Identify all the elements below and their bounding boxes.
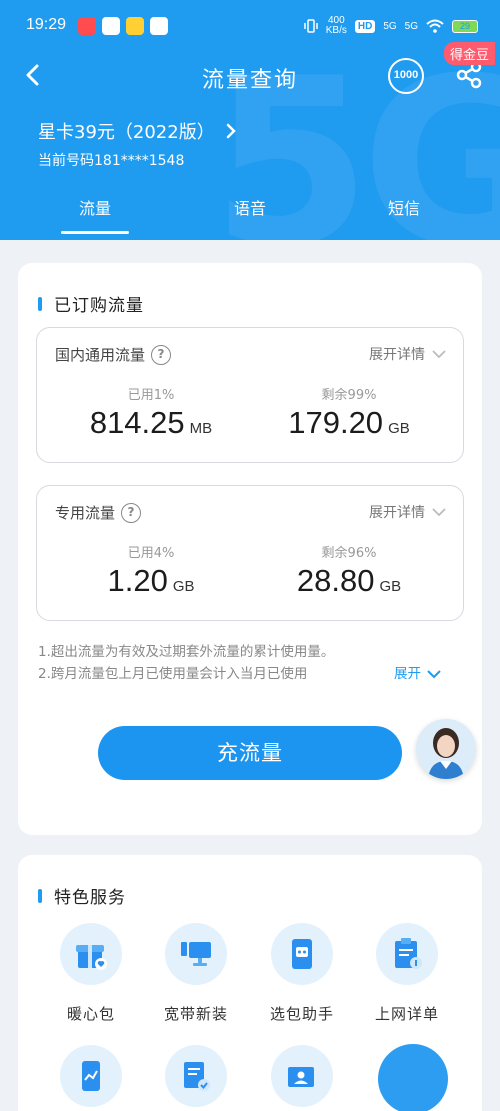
notification-app-icon bbox=[78, 17, 96, 35]
section-marker bbox=[38, 888, 42, 903]
chevron-down-icon bbox=[427, 669, 441, 678]
monitor-icon bbox=[181, 942, 211, 966]
services-title: 特色服务 bbox=[54, 888, 126, 908]
back-arrow-icon[interactable] bbox=[20, 60, 48, 90]
section-title: 已订购流量 bbox=[38, 291, 144, 316]
hd-badge: HD bbox=[354, 19, 376, 33]
remaining-unit: GB bbox=[379, 578, 402, 595]
help-icon[interactable]: ? bbox=[121, 502, 142, 523]
tab-data[interactable]: 流量 bbox=[45, 195, 145, 234]
service-broadband[interactable]: 宽带新装 bbox=[146, 923, 246, 1024]
service-item[interactable] bbox=[252, 1045, 352, 1107]
section-title: 特色服务 bbox=[38, 883, 126, 908]
header: 5G 19:29 400 KB/s HD 5G 5G 29 流量查询 1000 得… bbox=[0, 0, 500, 240]
remaining-stat: 剩余99% 179.20 GB bbox=[259, 384, 439, 441]
recharge-data-button[interactable]: 充流量 bbox=[98, 726, 402, 780]
used-stat: 已用4% 1.20 GB bbox=[61, 542, 241, 599]
remaining-caption: 剩余96% bbox=[321, 546, 377, 561]
phone-chart-icon bbox=[82, 1061, 100, 1091]
watermark-logo bbox=[378, 1044, 448, 1111]
service-label: 宽带新装 bbox=[163, 1005, 228, 1023]
signal-2: 5G bbox=[404, 20, 418, 32]
dedicated-data-box: 专用流量 ? 展开详情 已用4% 1.20 GB 剩余96% 28.80 GB bbox=[36, 485, 464, 621]
expand-details-button[interactable]: 展开详情 bbox=[369, 502, 447, 522]
used-unit: MB bbox=[189, 420, 213, 437]
nav-bar: 流量查询 1000 bbox=[0, 52, 500, 100]
service-1000-icon[interactable]: 1000 bbox=[388, 58, 424, 94]
note-1: 1.超出流量为有效及过期套外流量的累计使用量。 bbox=[38, 644, 335, 660]
assistant-avatar-icon bbox=[416, 719, 476, 779]
status-indicators: 400 KB/s HD 5G 5G 29 bbox=[303, 16, 478, 36]
remaining-stat: 剩余96% 28.80 GB bbox=[259, 542, 439, 599]
phone-number: 当前号码181****1548 bbox=[38, 153, 185, 169]
usage-notes: 1.超出流量为有效及过期套外流量的累计使用量。 2.跨月流量包上月已使用量会计入… bbox=[38, 641, 468, 685]
document-check-icon bbox=[184, 1062, 210, 1091]
used-value: 1.20 bbox=[107, 563, 168, 598]
vibrate-icon bbox=[303, 19, 318, 33]
notification-app-icon bbox=[102, 17, 120, 35]
domestic-data-box: 国内通用流量 ? 展开详情 已用1% 814.25 MB 剩余99% 179.20… bbox=[36, 327, 464, 463]
remaining-value: 179.20 bbox=[288, 405, 384, 440]
used-stat: 已用1% 814.25 MB bbox=[61, 384, 241, 441]
section-marker bbox=[38, 296, 42, 311]
plan-name: 星卡39元（2022版） bbox=[38, 122, 215, 143]
battery-indicator: 29 bbox=[452, 19, 478, 33]
robot-phone-icon bbox=[292, 939, 312, 969]
plan-selector[interactable]: 星卡39元（2022版） bbox=[38, 118, 237, 144]
used-value: 814.25 bbox=[89, 405, 185, 440]
tab-voice[interactable]: 语音 bbox=[200, 195, 300, 219]
service-care-package[interactable]: 暖心包 bbox=[41, 923, 141, 1024]
notes-expand-button[interactable]: 展开 bbox=[394, 663, 441, 685]
tab-sms[interactable]: 短信 bbox=[354, 195, 454, 219]
wifi-icon bbox=[426, 19, 444, 33]
chevron-down-icon bbox=[432, 350, 446, 359]
service-data-details[interactable]: 上网详单 bbox=[357, 923, 457, 1024]
clipboard-icon bbox=[395, 938, 422, 969]
status-time: 19:29 bbox=[26, 16, 67, 33]
chevron-down-icon bbox=[432, 508, 446, 517]
earn-coins-badge[interactable]: 得金豆 bbox=[444, 42, 496, 65]
status-bar: 19:29 400 KB/s HD 5G 5G 29 bbox=[0, 0, 500, 48]
help-icon[interactable]: ? bbox=[151, 344, 172, 365]
assistant-avatar[interactable] bbox=[416, 719, 476, 779]
expand-details-button[interactable]: 展开详情 bbox=[369, 344, 447, 364]
chevron-right-icon bbox=[226, 123, 236, 139]
remaining-caption: 剩余99% bbox=[321, 388, 377, 403]
gift-icon bbox=[76, 945, 107, 970]
weibo-icon bbox=[126, 17, 144, 35]
remaining-value: 28.80 bbox=[296, 563, 375, 598]
page-title: 流量查询 bbox=[201, 68, 298, 93]
remaining-unit: GB bbox=[388, 420, 410, 437]
network-speed-unit: KB/s bbox=[325, 25, 347, 36]
dedicated-data-label: 专用流量 bbox=[55, 504, 116, 522]
service-label: 上网详单 bbox=[374, 1005, 439, 1023]
signal-1: 5G bbox=[383, 20, 397, 32]
notification-app-icon bbox=[150, 17, 168, 35]
id-card-icon bbox=[288, 1067, 314, 1087]
purchased-title: 已订购流量 bbox=[54, 296, 144, 316]
purchased-data-card: 已订购流量 国内通用流量 ? 展开详情 已用1% 814.25 MB 剩余99% … bbox=[18, 263, 482, 835]
used-caption: 已用4% bbox=[127, 546, 175, 561]
service-label: 选包助手 bbox=[269, 1005, 334, 1023]
service-item[interactable] bbox=[146, 1045, 246, 1107]
service-item[interactable] bbox=[41, 1045, 141, 1107]
tab-bar: 流量 语音 短信 bbox=[0, 195, 500, 235]
used-caption: 已用1% bbox=[127, 388, 175, 403]
service-package-assistant[interactable]: 选包助手 bbox=[252, 923, 352, 1024]
service-label: 暖心包 bbox=[66, 1005, 115, 1023]
note-2: 2.跨月流量包上月已使用量会计入当月已使用 bbox=[38, 666, 308, 682]
domestic-data-label: 国内通用流量 bbox=[55, 346, 146, 364]
used-unit: GB bbox=[172, 578, 195, 595]
